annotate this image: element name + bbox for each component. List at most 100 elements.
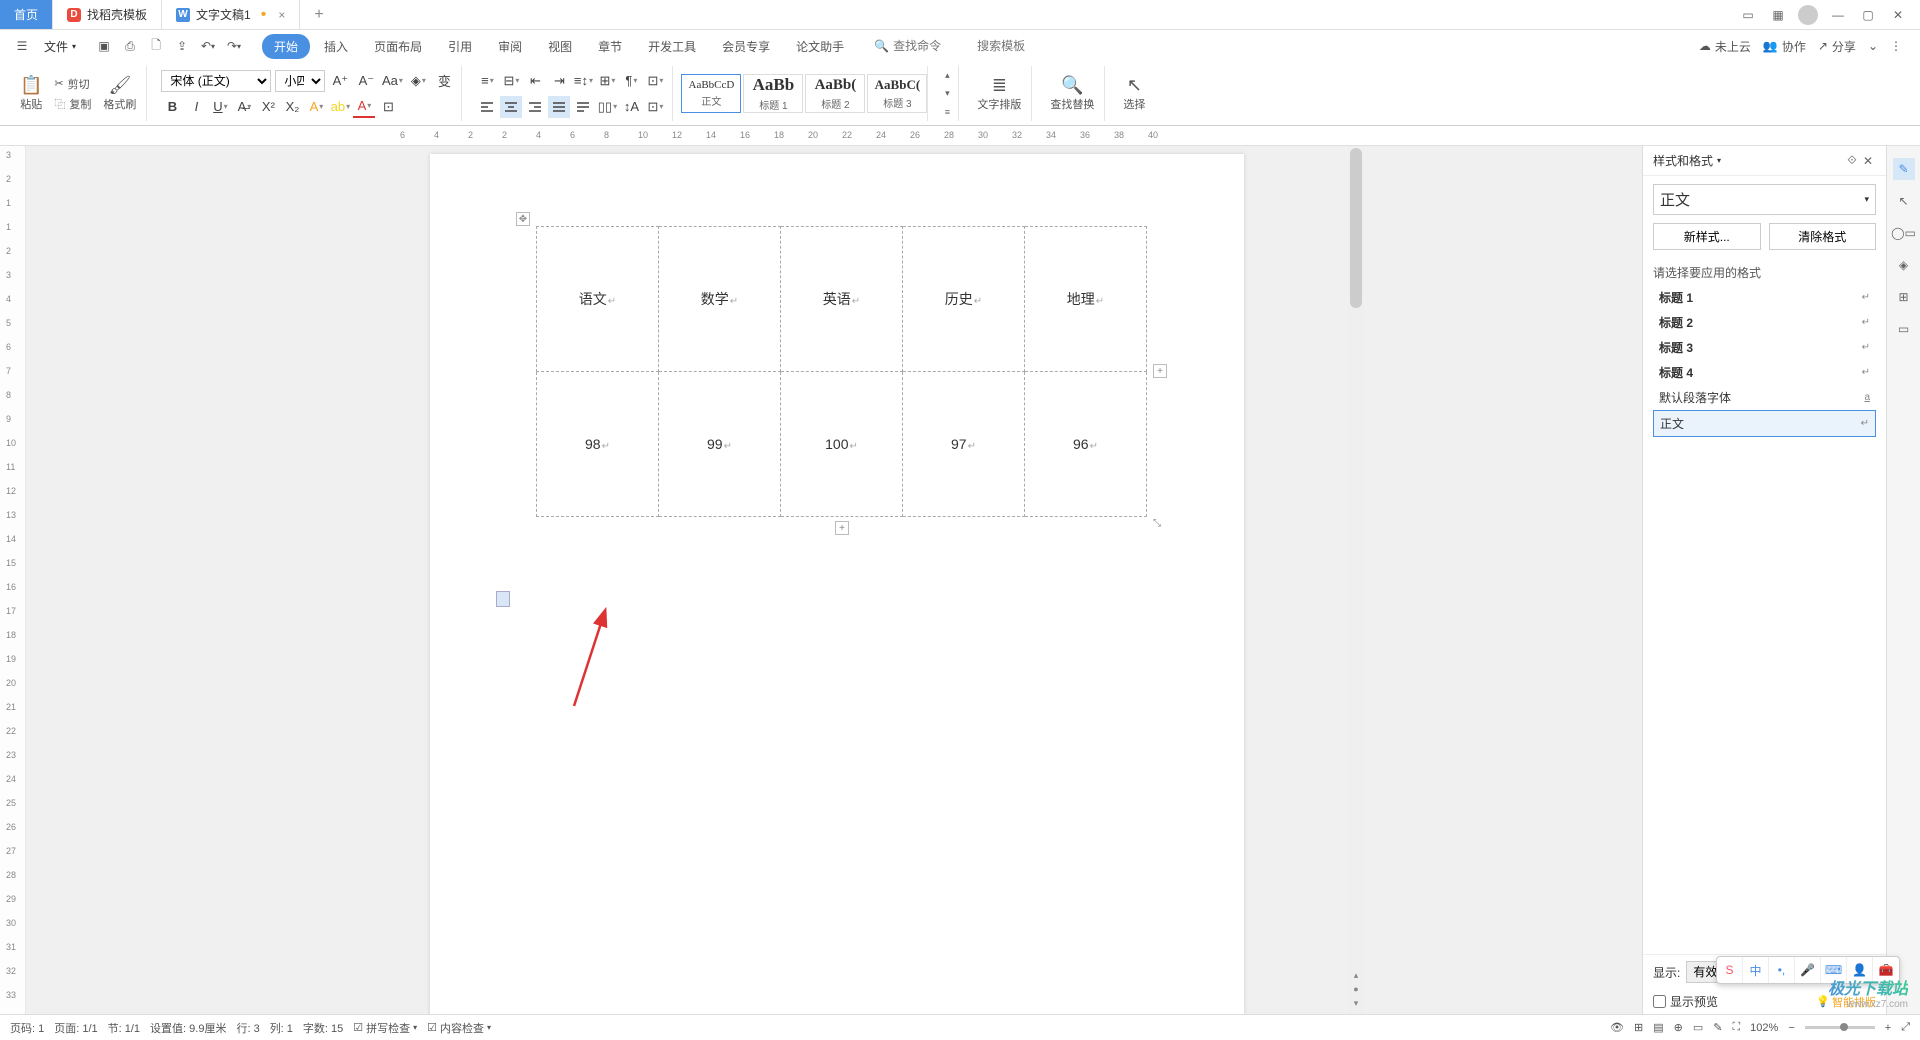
status-outline-icon[interactable]: ▤ <box>1653 1021 1663 1034</box>
scrollbar-thumb[interactable] <box>1350 148 1362 308</box>
style-body[interactable]: AaBbCcD正文 <box>681 74 741 113</box>
status-fit-icon[interactable]: ⛶ <box>1732 1021 1740 1034</box>
more-icon[interactable]: ⋮ <box>1890 39 1902 53</box>
table-resize-handle[interactable]: ⤡ <box>1150 516 1164 530</box>
side-nav-icon[interactable]: ⊞ <box>1893 286 1915 308</box>
table-cell[interactable]: 96↵ <box>1025 372 1147 517</box>
bullets-button[interactable]: ≡▾ <box>476 70 498 92</box>
sort-button[interactable]: ⊞▾ <box>596 70 618 92</box>
add-column-handle[interactable]: + <box>1153 364 1167 378</box>
save-icon[interactable]: ▣ <box>94 36 114 56</box>
tab-add-button[interactable]: + <box>300 0 337 29</box>
font-color-button[interactable]: A▾ <box>353 96 375 118</box>
status-read-icon[interactable]: ▭ <box>1693 1021 1703 1034</box>
zoom-value[interactable]: 102% <box>1750 1022 1778 1034</box>
table-cell[interactable]: 99↵ <box>659 372 781 517</box>
tab-home[interactable]: 首页 <box>0 0 53 29</box>
menu-tab-review[interactable]: 审阅 <box>486 34 534 59</box>
highlight-button[interactable]: ab▾ <box>329 96 351 118</box>
apps-grid-icon[interactable]: ▦ <box>1764 1 1792 29</box>
table-cell[interactable]: 97↵ <box>903 372 1025 517</box>
style-list-item-h4[interactable]: 标题 4↵ <box>1653 360 1876 385</box>
format-painter-button[interactable]: 🖌格式刷 <box>99 73 140 114</box>
style-list-item-h2[interactable]: 标题 2↵ <box>1653 310 1876 335</box>
add-row-handle[interactable]: + <box>835 521 849 535</box>
align-left-button[interactable] <box>476 96 498 118</box>
numbering-button[interactable]: ⊟▾ <box>500 70 522 92</box>
columns-button[interactable]: ▯▯▾ <box>596 96 618 118</box>
italic-button[interactable]: I <box>185 96 207 118</box>
ruler-vertical[interactable]: 3211234567891011121314151617181920212223… <box>0 146 26 1014</box>
font-name-select[interactable]: 宋体 (正文) <box>161 70 271 92</box>
change-case-button[interactable]: Aa▾ <box>381 70 403 92</box>
align-center-button[interactable] <box>500 96 522 118</box>
paste-button[interactable]: 📋粘贴 <box>16 73 46 114</box>
style-list-item-default-font[interactable]: 默认段落字体a <box>1653 385 1876 410</box>
ime-voice-icon[interactable]: 🎤 <box>1795 957 1821 983</box>
style-list-item-h3[interactable]: 标题 3↵ <box>1653 335 1876 360</box>
tab-doc[interactable]: W 文字文稿1 • × <box>162 0 300 29</box>
table-move-handle[interactable]: ✥ <box>516 212 530 226</box>
layout-icon[interactable]: ▭ <box>1734 1 1762 29</box>
print-icon[interactable]: ⎙ <box>120 36 140 56</box>
zoom-slider[interactable] <box>1805 1026 1875 1029</box>
grow-font-button[interactable]: A⁺ <box>329 70 351 92</box>
borders-button[interactable]: ⊡▾ <box>644 70 666 92</box>
status-page[interactable]: 页面: 1/1 <box>54 1020 97 1036</box>
cloud-status[interactable]: ☁未上云 <box>1699 38 1751 55</box>
status-words[interactable]: 字数: 15 <box>303 1020 343 1036</box>
scroll-up-icon[interactable]: ▴ <box>1350 968 1362 982</box>
status-spell[interactable]: ☑拼写检查▾ <box>353 1020 417 1036</box>
align-justify-button[interactable] <box>548 96 570 118</box>
underline-button[interactable]: U▾ <box>209 96 231 118</box>
panel-close-icon[interactable]: ✕ <box>1860 154 1876 168</box>
table-cell[interactable]: 98↵ <box>537 372 659 517</box>
collab-button[interactable]: 👥协作 <box>1763 38 1806 55</box>
panel-pin-icon[interactable]: ⟐ <box>1844 153 1860 168</box>
dropdown-icon[interactable]: ▾ <box>1717 156 1721 165</box>
subscript-button[interactable]: X₂ <box>281 96 303 118</box>
side-shapes-icon[interactable]: ◯▭ <box>1893 222 1915 244</box>
table-row[interactable]: 98↵ 99↵ 100↵ 97↵ 96↵ <box>537 372 1147 517</box>
shrink-font-button[interactable]: A⁻ <box>355 70 377 92</box>
clear-format-button[interactable]: 清除格式 <box>1769 223 1877 250</box>
status-layout-icon[interactable]: ⊞ <box>1634 1021 1643 1034</box>
file-menu[interactable]: 文件▾ <box>36 38 84 55</box>
show-marks-button[interactable]: ¶▾ <box>620 70 642 92</box>
style-h2[interactable]: AaBb(标题 2 <box>805 74 865 113</box>
style-list-item-body[interactable]: 正文↵ <box>1653 410 1876 437</box>
menu-tab-reference[interactable]: 引用 <box>436 34 484 59</box>
hamburger-icon[interactable]: ☰ <box>10 34 34 58</box>
menu-tab-thesis[interactable]: 论文助手 <box>784 34 856 59</box>
align-distribute-button[interactable] <box>572 96 594 118</box>
clear-format-button[interactable]: ◈▾ <box>407 70 429 92</box>
document-table[interactable]: 语文↵ 数学↵ 英语↵ 历史↵ 地理↵ 98↵ 99↵ 100↵ 97↵ 96↵ <box>536 226 1147 517</box>
current-style-select[interactable]: 正文 ▾ <box>1653 184 1876 215</box>
style-up-button[interactable]: ▴ <box>940 69 954 83</box>
text-effects-button[interactable]: A▾ <box>305 96 327 118</box>
page[interactable]: ✥ 语文↵ 数学↵ 英语↵ 历史↵ 地理↵ 98↵ 99↵ 100↵ 97↵ 9… <box>430 154 1244 1014</box>
side-reading-icon[interactable]: ▭ <box>1893 318 1915 340</box>
table-cell[interactable]: 语文↵ <box>537 227 659 372</box>
status-section[interactable]: 节: 1/1 <box>108 1020 140 1036</box>
zoom-out-button[interactable]: − <box>1788 1022 1794 1034</box>
table-cell[interactable]: 历史↵ <box>903 227 1025 372</box>
shading-button[interactable]: ⊡▾ <box>644 96 666 118</box>
side-styles-icon[interactable]: ✎ <box>1893 158 1915 180</box>
status-line[interactable]: 行: 3 <box>236 1020 259 1036</box>
text-layout-button[interactable]: ≣文字排版 <box>973 73 1025 114</box>
status-set-value[interactable]: 设置值: 9.9厘米 <box>150 1020 226 1036</box>
bold-button[interactable]: B <box>161 96 183 118</box>
phonetic-button[interactable]: 变 <box>433 70 455 92</box>
ime-punct-button[interactable]: •, <box>1769 957 1795 983</box>
undo-icon[interactable]: ↶▾ <box>198 36 218 56</box>
show-preview-input[interactable] <box>1653 995 1666 1008</box>
table-cell[interactable]: 数学↵ <box>659 227 781 372</box>
new-style-button[interactable]: 新样式... <box>1653 223 1761 250</box>
ime-logo-icon[interactable]: S <box>1717 957 1743 983</box>
line-spacing-button[interactable]: ≡↕▾ <box>572 70 594 92</box>
export-icon[interactable]: ⇪ <box>172 36 192 56</box>
side-layers-icon[interactable]: ◈ <box>1893 254 1915 276</box>
side-select-icon[interactable]: ↖ <box>1893 190 1915 212</box>
show-preview-checkbox[interactable]: 显示预览 <box>1653 993 1718 1010</box>
